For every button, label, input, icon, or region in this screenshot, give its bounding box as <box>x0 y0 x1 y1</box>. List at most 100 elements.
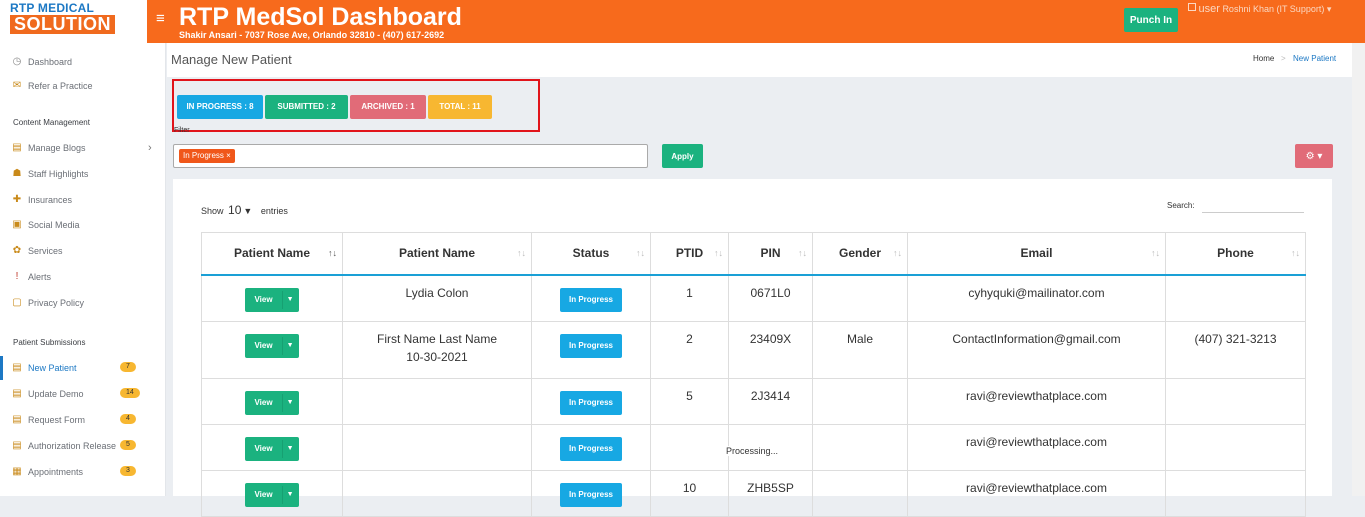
sidebar-item-label: Dashboard <box>28 57 73 67</box>
caret-down-icon[interactable]: ▼ <box>281 486 299 504</box>
dashboard-icon: ◷ <box>12 56 22 67</box>
sidebar-item-manage-blogs[interactable]: ▤ Manage Blogs <box>11 142 86 154</box>
search-label: Search: <box>1167 201 1195 210</box>
caret-down-icon[interactable]: ▼ <box>281 394 299 412</box>
patient-name-cell: Lydia Colon <box>342 274 532 322</box>
logo-line1: RTP MEDICAL <box>10 1 94 15</box>
column-header[interactable]: Phone ↑↓ <box>1165 232 1306 276</box>
ptid-cell: 1 <box>650 274 729 322</box>
patient-dob: 10-30-2021 <box>406 350 468 364</box>
view-button[interactable]: View ▼ <box>245 334 299 358</box>
patient-name-cell <box>342 378 532 425</box>
sidebar-item-alerts[interactable]: ! Alerts <box>11 271 51 283</box>
view-label: View <box>254 294 273 304</box>
sidebar-item-appointments[interactable]: ▦ Appointments <box>11 466 83 478</box>
user-menu[interactable]: user Roshni Khan (IT Support) ▾ <box>1188 3 1331 15</box>
column-header-label: Patient Name <box>398 246 476 261</box>
sidebar-item-refer[interactable]: ✉ Refer a Practice <box>11 80 93 92</box>
count-badge: 5 <box>120 440 136 450</box>
filter-input[interactable] <box>173 144 648 168</box>
sidebar-item-label: Alerts <box>28 272 52 282</box>
view-button[interactable]: View ▼ <box>245 391 299 415</box>
punch-in-button[interactable]: Punch In <box>1124 8 1178 32</box>
sidebar-item-update-demo[interactable]: ▤ Update Demo <box>11 388 83 400</box>
count-badge: 7 <box>120 362 136 372</box>
sidebar-item-authorization[interactable]: ▤ Authorization Release <box>11 440 116 452</box>
social-icon: ▣ <box>12 219 22 230</box>
column-header[interactable]: Patient Name ↑↓ <box>201 232 343 276</box>
sidebar-item-label: Staff Highlights <box>28 169 89 179</box>
column-header[interactable]: Patient Name ↑↓ <box>342 232 532 276</box>
filter-tag-in-progress[interactable]: In Progress × <box>179 149 235 163</box>
caret-down-icon[interactable]: ▼ <box>281 337 299 355</box>
column-header-label: Status <box>572 246 610 261</box>
chevron-down-icon[interactable]: ▼ <box>243 206 252 216</box>
processing-indicator: Processing... <box>726 446 779 456</box>
sidebar-item-services[interactable]: ✿ Services <box>11 245 63 257</box>
email-cell: ContactInformation@gmail.com <box>907 321 1166 379</box>
column-header[interactable]: Email ↑↓ <box>907 232 1166 276</box>
gender-cell <box>812 274 908 322</box>
sidebar-item-label: Manage Blogs <box>28 143 86 153</box>
pin-cell: 0671L0 <box>728 274 813 322</box>
authorization-icon: ▤ <box>12 440 22 451</box>
sidebar-item-new-patient[interactable]: ▤ New Patient <box>11 362 76 374</box>
status-badge: In Progress <box>559 483 622 507</box>
sidebar-item-dashboard[interactable]: ◷ Dashboard <box>11 56 72 68</box>
caret-down-icon[interactable]: ▼ <box>281 440 299 458</box>
gender-cell <box>812 424 908 471</box>
table-header-row: Patient Name ↑↓ Patient Name ↑↓ Status ↑↓ P… <box>201 232 1306 276</box>
patients-table: Patient Name ↑↓ Patient Name ↑↓ Status ↑↓ P… <box>201 232 1306 517</box>
phone-cell <box>1165 378 1306 425</box>
view-label: View <box>254 444 273 453</box>
sort-icon: ↑↓ <box>517 248 526 258</box>
entries-select[interactable]: 10 <box>228 203 241 217</box>
view-button[interactable]: View ▼ <box>245 483 299 507</box>
sort-icon: ↑↓ <box>798 248 807 258</box>
column-header[interactable]: PTID ↑↓ <box>650 232 729 276</box>
status-badge: In Progress <box>559 334 622 358</box>
phone-cell: (407) 321-3213 <box>1165 321 1306 379</box>
page-scrollbar[interactable] <box>1352 43 1365 496</box>
entries-length: Show 10 ▼ entries <box>201 203 288 217</box>
pin-cell: ZHB5SP <box>728 470 813 517</box>
menu-toggle-icon[interactable]: ≡ <box>156 10 165 27</box>
settings-dropdown-button[interactable]: ⚙ ▾ <box>1295 144 1333 168</box>
search-input[interactable] <box>1202 212 1304 213</box>
column-header[interactable]: Gender ↑↓ <box>812 232 908 276</box>
form-icon: ▤ <box>12 362 22 373</box>
patient-name-cell <box>342 470 532 517</box>
sidebar-item-label: Privacy Policy <box>28 298 85 308</box>
table-row: View ▼ In Progress 5 2J3414 ravi@reviewth… <box>201 378 1306 425</box>
count-badge: 4 <box>120 414 136 424</box>
column-header[interactable]: Status ↑↓ <box>531 232 651 276</box>
brand-logo[interactable]: RTP MEDICAL SOLUTION <box>0 0 147 43</box>
sidebar-item-label: Insurances <box>28 195 73 205</box>
gender-cell <box>812 378 908 425</box>
patient-name: Lydia Colon <box>405 285 469 300</box>
sidebar-item-request-form[interactable]: ▤ Request Form <box>11 414 85 426</box>
column-header[interactable]: PIN ↑↓ <box>728 232 813 276</box>
column-header-label: Email <box>1020 246 1053 261</box>
app-subtitle: Shakir Ansari - 7037 Rose Ave, Orlando 3… <box>179 30 445 40</box>
phone-cell <box>1165 470 1306 517</box>
sidebar-item-label: Authorization Release <box>28 441 117 451</box>
apply-button[interactable]: Apply <box>662 144 703 168</box>
sidebar-item-staff[interactable]: ☗ Staff Highlights <box>11 168 89 180</box>
blog-icon: ▤ <box>12 142 22 153</box>
view-button[interactable]: View ▼ <box>245 437 299 461</box>
email-cell: ravi@reviewthatplace.com <box>907 470 1166 517</box>
services-icon: ✿ <box>12 245 22 256</box>
caret-down-icon[interactable]: ▼ <box>281 290 299 309</box>
active-indicator <box>0 356 3 380</box>
sidebar-item-label: Refer a Practice <box>28 81 93 91</box>
sidebar-item-insurances[interactable]: ✚ Insurances <box>11 194 72 206</box>
breadcrumb-home[interactable]: Home <box>1253 54 1274 63</box>
sidebar-item-social[interactable]: ▣ Social Media <box>11 219 79 231</box>
sidebar-item-privacy[interactable]: ▢ Privacy Policy <box>11 297 84 309</box>
email-cell: ravi@reviewthatplace.com <box>907 378 1166 425</box>
ptid-cell: 5 <box>650 378 729 425</box>
sidebar-item-label: Appointments <box>28 467 84 477</box>
status-badge: In Progress <box>559 437 622 461</box>
view-button[interactable]: View ▼ <box>245 287 299 312</box>
